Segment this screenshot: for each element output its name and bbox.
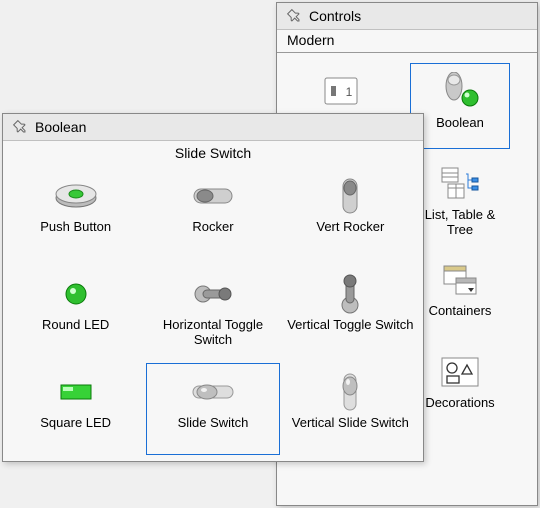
svg-text:1: 1 xyxy=(346,85,353,99)
containers-thumb-icon xyxy=(438,258,482,302)
controls-subcategory: Modern xyxy=(277,30,537,52)
rocker-icon xyxy=(190,174,236,218)
boolean-item-label: Slide Switch xyxy=(178,416,249,431)
boolean-title: Boolean xyxy=(35,119,86,135)
controls-title: Controls xyxy=(309,8,361,24)
boolean-item-v-toggle[interactable]: Vertical Toggle Switch xyxy=(284,265,417,357)
decorations-thumb-icon xyxy=(438,350,482,394)
boolean-item-push-button[interactable]: Push Button xyxy=(9,167,142,259)
v-toggle-icon xyxy=(336,272,364,316)
v-slide-switch-icon xyxy=(338,370,362,414)
list-tree-thumb-icon xyxy=(438,162,482,206)
square-led-icon xyxy=(59,370,93,414)
boolean-category-label: Slide Switch xyxy=(3,141,423,167)
controls-item-containers[interactable]: Containers xyxy=(410,251,510,337)
slide-switch-icon xyxy=(189,370,237,414)
boolean-item-vert-rocker[interactable]: Vert Rocker xyxy=(284,167,417,259)
controls-item-decorations[interactable]: Decorations xyxy=(410,343,510,429)
h-toggle-icon xyxy=(191,272,235,316)
round-led-icon xyxy=(61,272,91,316)
boolean-item-round-led[interactable]: Round LED xyxy=(9,265,142,357)
boolean-item-label: Rocker xyxy=(192,220,233,235)
boolean-item-v-slide-switch[interactable]: Vertical Slide Switch xyxy=(284,363,417,455)
numeric-thumb-icon: 1 xyxy=(319,70,363,114)
boolean-item-label: Vert Rocker xyxy=(316,220,384,235)
controls-item-label: Decorations xyxy=(425,396,494,411)
controls-header: Controls xyxy=(277,3,537,30)
push-button-icon xyxy=(52,174,100,218)
controls-item-boolean[interactable]: Boolean xyxy=(410,63,510,149)
boolean-item-label: Vertical Slide Switch xyxy=(292,416,409,431)
boolean-item-rocker[interactable]: Rocker xyxy=(146,167,279,259)
pin-icon[interactable] xyxy=(11,118,29,136)
boolean-item-label: Horizontal Toggle Switch xyxy=(149,318,276,348)
boolean-item-slide-switch[interactable]: Slide Switch xyxy=(146,363,279,455)
controls-item-list-tree[interactable]: List, Table & Tree xyxy=(410,155,510,245)
boolean-item-label: Vertical Toggle Switch xyxy=(287,318,413,333)
controls-item-label: Boolean xyxy=(436,116,484,131)
controls-item-label: List, Table & Tree xyxy=(413,208,507,238)
boolean-item-label: Round LED xyxy=(42,318,109,333)
boolean-header: Boolean xyxy=(3,114,423,141)
boolean-grid: Push Button Rocker Vert Rocker xyxy=(3,167,423,461)
vert-rocker-icon xyxy=(337,174,363,218)
boolean-item-label: Square LED xyxy=(40,416,111,431)
boolean-item-label: Push Button xyxy=(40,220,111,235)
controls-item-label: Containers xyxy=(429,304,492,319)
boolean-item-h-toggle[interactable]: Horizontal Toggle Switch xyxy=(146,265,279,357)
boolean-item-square-led[interactable]: Square LED xyxy=(9,363,142,455)
boolean-palette: Boolean Slide Switch Push Button Rocker xyxy=(2,113,424,462)
pin-icon[interactable] xyxy=(285,7,303,25)
boolean-thumb-icon xyxy=(436,70,484,114)
